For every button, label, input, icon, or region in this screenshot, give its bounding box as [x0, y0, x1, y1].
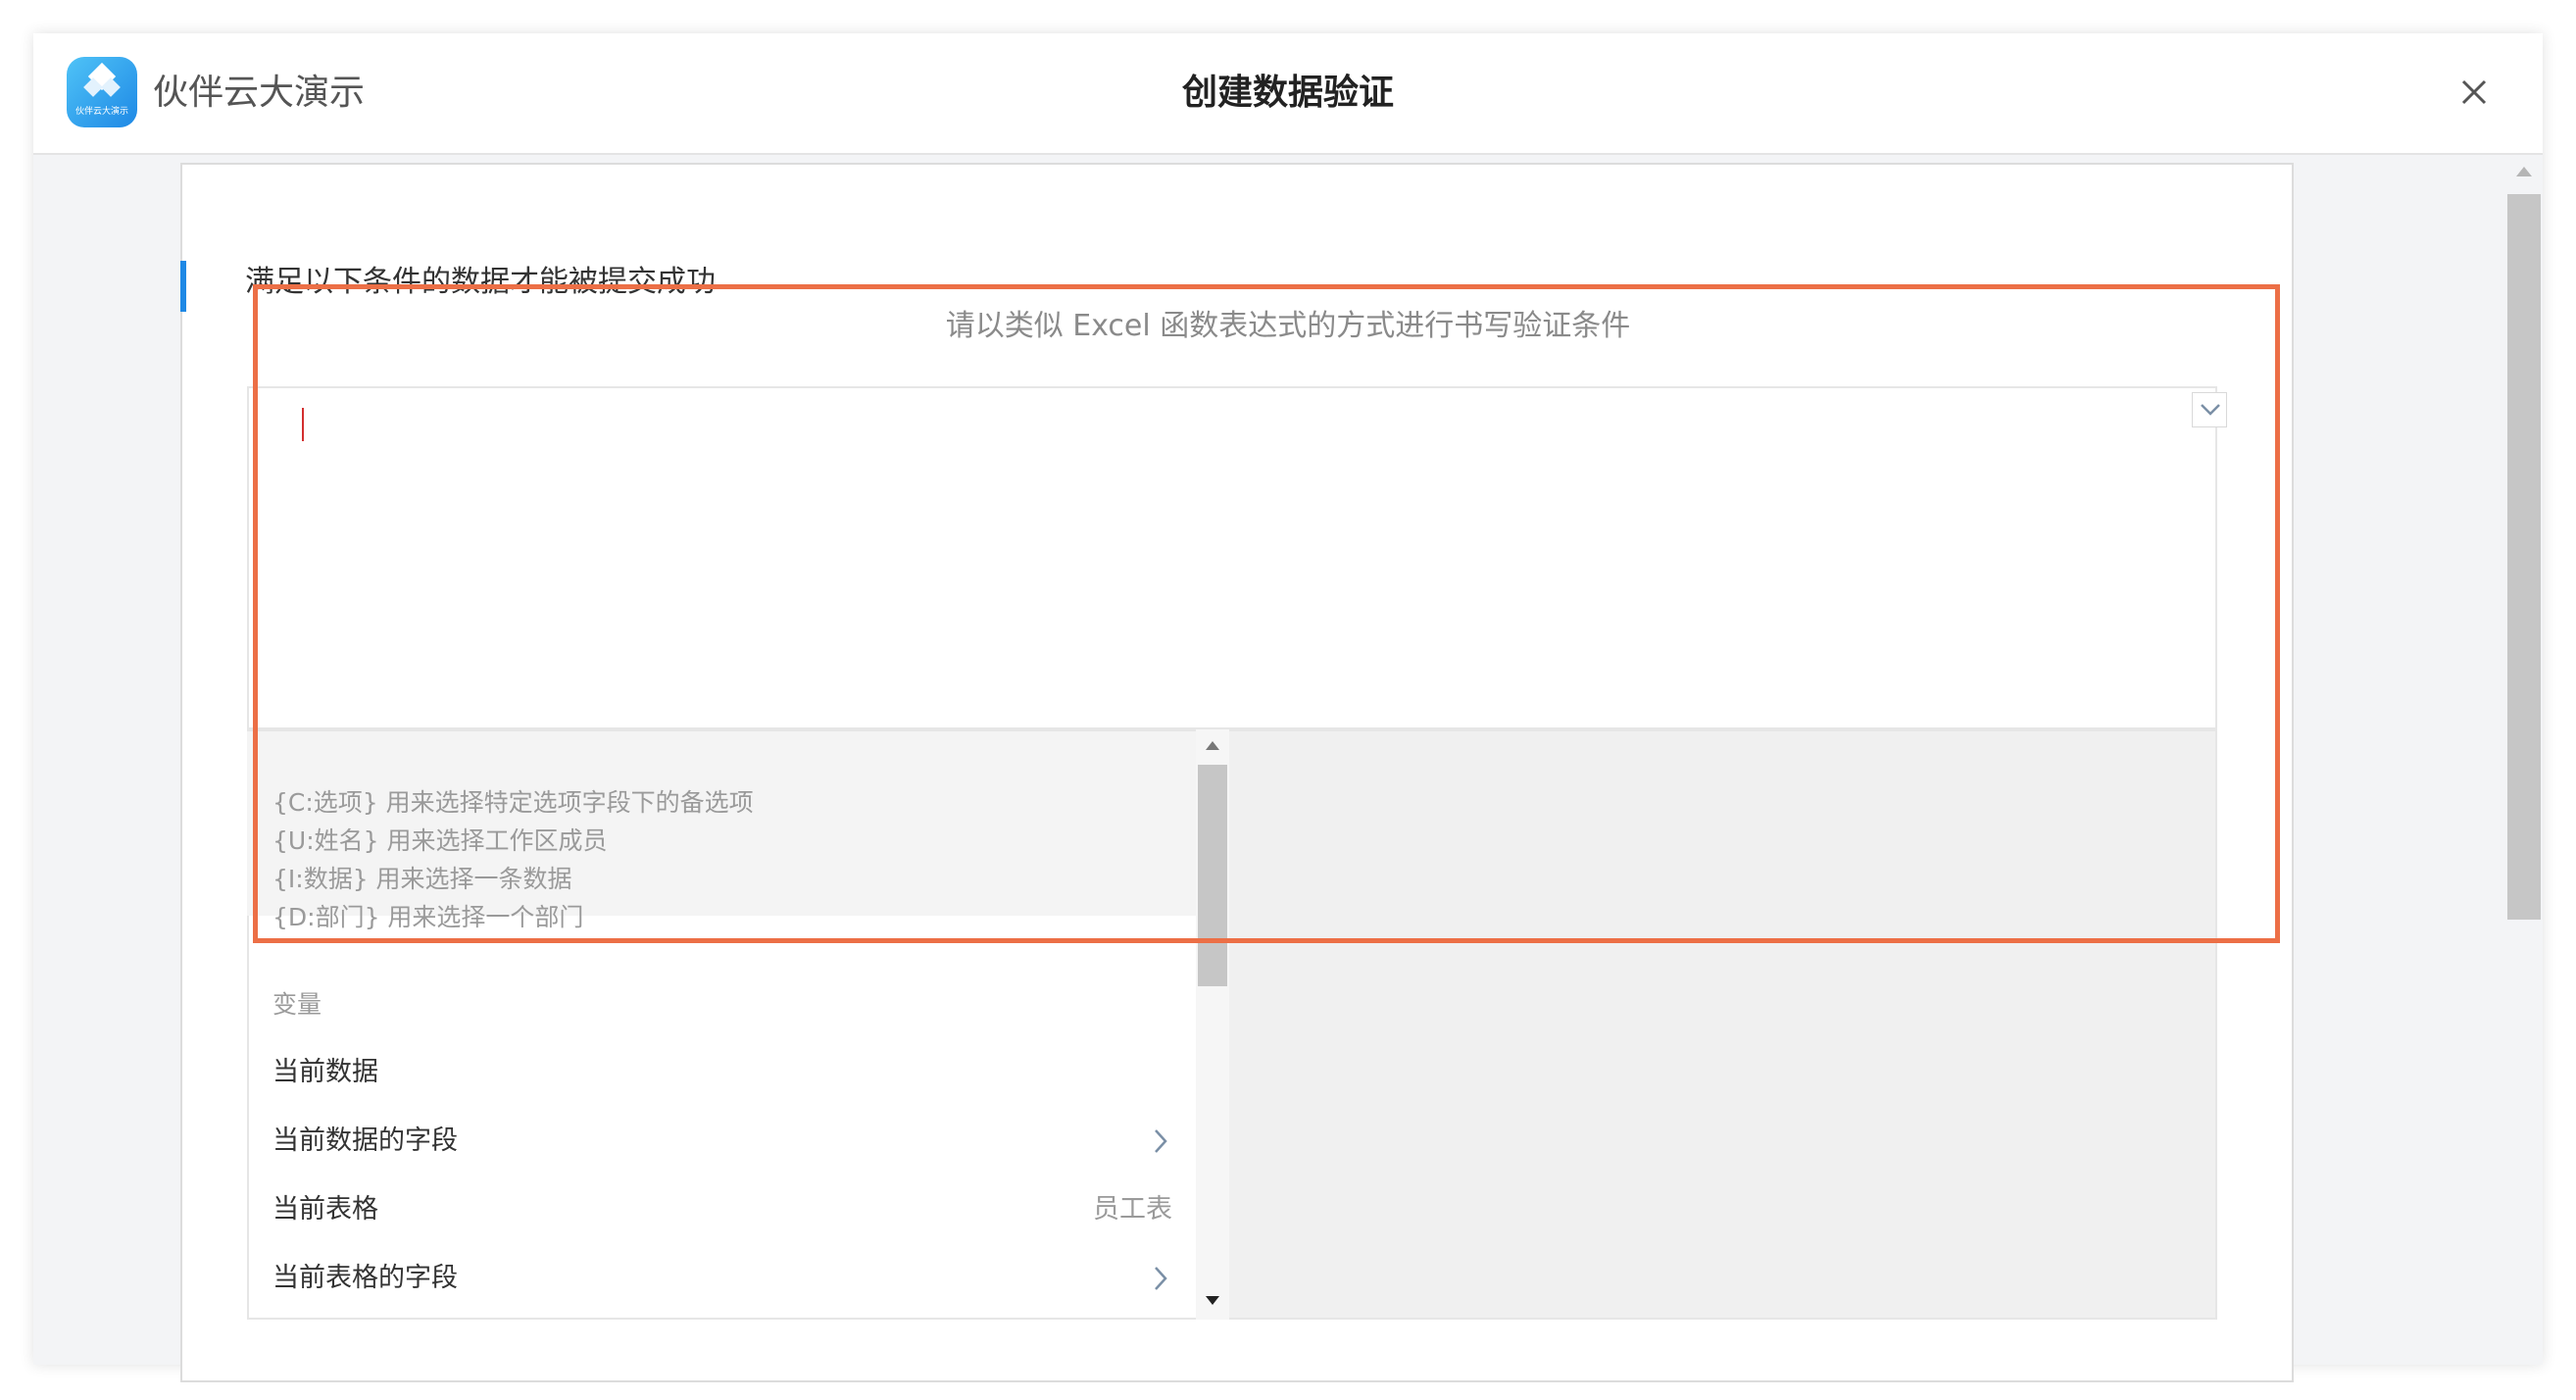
close-icon [2461, 79, 2487, 105]
scroll-down-arrow-icon[interactable] [1206, 1296, 1219, 1305]
variables-header: 变量 [272, 990, 322, 1019]
scroll-up-arrow-icon[interactable] [1206, 741, 1219, 750]
variable-item-current-table-fields[interactable]: 当前表格的字段 [247, 1249, 1194, 1308]
variable-item-current-table[interactable]: 当前表格 员工表 [247, 1180, 1194, 1239]
close-button[interactable] [2454, 73, 2494, 112]
detail-pane [1229, 729, 2217, 1320]
hint-line: {C:选项} 用来选择特定选项字段下的备选项 [272, 788, 754, 817]
chevron-down-icon [2201, 404, 2220, 416]
variable-value: 员工表 [1093, 1194, 1172, 1225]
dialog-title: 创建数据验证 [1181, 73, 1394, 113]
text-caret [302, 408, 304, 441]
suggestion-scrollbar-thumb[interactable] [1198, 765, 1227, 986]
editor-dropdown-button[interactable] [2192, 392, 2227, 427]
variable-label: 当前数据 [272, 1057, 378, 1087]
scrollbar-thumb[interactable] [2507, 194, 2541, 920]
hint-line: {D:部门} 用来选择一个部门 [272, 903, 584, 931]
chevron-right-icon [1155, 1267, 1167, 1290]
dialog-header: 伙伴云大演示 伙伴云大演示 创建数据验证 [33, 33, 2543, 155]
variable-item-current-data-fields[interactable]: 当前数据的字段 [247, 1112, 1194, 1171]
variable-label: 当前表格 [272, 1194, 378, 1225]
section-label: 满足以下条件的数据才能被提交成功 [245, 265, 716, 299]
dialog-scrollbar[interactable] [2505, 157, 2543, 1365]
variable-item-current-data[interactable]: 当前数据 [247, 1043, 1194, 1102]
formula-editor[interactable] [247, 386, 2217, 729]
section-subtitle: 请以类似 Excel 函数表达式的方式进行书写验证条件 [945, 309, 1631, 343]
section-accent-bar [180, 261, 186, 312]
variable-label: 当前数据的字段 [272, 1125, 458, 1156]
chevron-right-icon [1155, 1129, 1167, 1153]
variable-label: 当前表格的字段 [272, 1263, 458, 1293]
hint-line: {U:姓名} 用来选择工作区成员 [272, 826, 608, 855]
hint-line: {I:数据} 用来选择一条数据 [272, 865, 572, 893]
scroll-up-arrow-icon[interactable] [2516, 167, 2532, 176]
suggestion-scrollbar[interactable] [1196, 729, 1229, 1320]
